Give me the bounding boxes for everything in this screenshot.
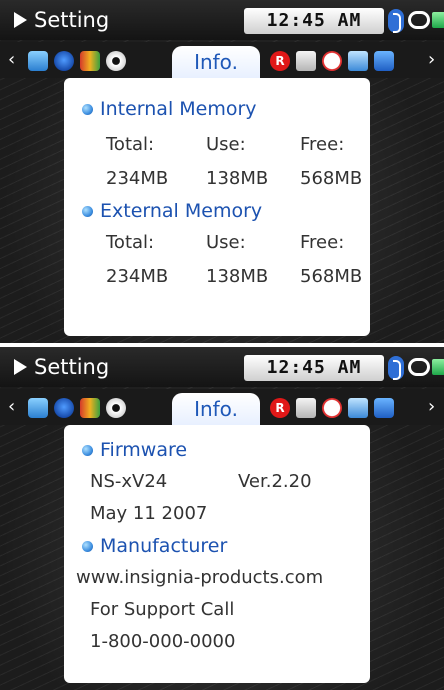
use-value: 138MB [206, 266, 269, 287]
tab-music-icon[interactable] [28, 51, 48, 71]
tab-bluetooth-icon[interactable] [54, 398, 74, 418]
screen-title: Setting [34, 8, 110, 32]
section-header-external: External Memory [64, 196, 370, 226]
bullet-icon [82, 445, 93, 456]
repeat-icon [408, 11, 430, 29]
free-label: Free: [300, 134, 345, 155]
section-header-firmware: Firmware [64, 435, 370, 465]
info-panel: Firmware NS-xV24 Ver.2.20 May 11 2007 Ma… [64, 425, 370, 683]
section-title: Manufacturer [100, 535, 228, 557]
tab-sync-icon[interactable] [374, 398, 394, 418]
model-value: NS-xV24 [90, 471, 168, 492]
tab-music-icon[interactable] [28, 398, 48, 418]
tab-clock-icon[interactable] [322, 398, 342, 418]
play-icon [14, 359, 27, 375]
bullet-icon [82, 104, 93, 115]
tab-record-icon[interactable] [270, 398, 290, 418]
tab-info[interactable]: Info. [172, 393, 260, 425]
screen-title: Setting [34, 355, 110, 379]
tab-scroll-right-button[interactable]: › [428, 397, 435, 417]
play-icon [14, 12, 27, 28]
memory-headers-row: Total: Use: Free: [64, 130, 370, 160]
use-label: Use: [206, 134, 246, 155]
status-bar: Setting 12:45 AM [0, 347, 444, 387]
bullet-icon [82, 541, 93, 552]
free-label: Free: [300, 232, 345, 253]
repeat-icon [408, 358, 430, 376]
tab-card-icon[interactable] [296, 398, 316, 418]
tab-scroll-left-button[interactable]: ‹ [8, 50, 15, 70]
tab-sync-icon[interactable] [374, 51, 394, 71]
section-header-internal: Internal Memory [64, 94, 370, 124]
manufacturer-website-row: www.insignia-products.com [64, 563, 370, 593]
tab-clock-icon[interactable] [322, 51, 342, 71]
version-value: Ver.2.20 [238, 471, 312, 492]
section-title: Internal Memory [100, 98, 257, 120]
tab-card-icon[interactable] [296, 51, 316, 71]
tab-photo-icon[interactable] [80, 51, 100, 71]
website-value: www.insignia-products.com [76, 567, 324, 588]
battery-icon [432, 359, 444, 375]
total-value: 234MB [106, 168, 169, 189]
tab-bar: ‹ Info. › [0, 389, 444, 425]
use-label: Use: [206, 232, 246, 253]
bluetooth-icon [388, 356, 404, 380]
tab-bar: ‹ Info. › [0, 42, 444, 78]
total-value: 234MB [106, 266, 169, 287]
info-panel: Internal Memory Total: Use: Free: 234MB … [64, 78, 370, 336]
settings-screen-firmware: Setting 12:45 AM ‹ Info. › Firmware NS-x… [0, 347, 444, 690]
section-header-manufacturer: Manufacturer [64, 531, 370, 561]
free-value: 568MB [300, 266, 363, 287]
bluetooth-icon [388, 9, 404, 33]
support-label: For Support Call [90, 599, 235, 620]
tab-info[interactable]: Info. [172, 46, 260, 78]
memory-values-row: 234MB 138MB 568MB [64, 164, 370, 194]
total-label: Total: [106, 134, 155, 155]
tab-scroll-left-button[interactable]: ‹ [8, 397, 15, 417]
bullet-icon [82, 206, 93, 217]
clock-display: 12:45 AM [244, 8, 384, 34]
total-label: Total: [106, 232, 155, 253]
settings-screen-memory: Setting 12:45 AM ‹ Info. › Internal Memo… [0, 0, 444, 343]
battery-icon [432, 12, 444, 28]
tab-disc-icon[interactable] [106, 398, 126, 418]
support-label-row: For Support Call [64, 595, 370, 625]
section-title: External Memory [100, 200, 263, 222]
firmware-model-row: NS-xV24 Ver.2.20 [64, 467, 370, 497]
tab-scroll-right-button[interactable]: › [428, 50, 435, 70]
section-title: Firmware [100, 439, 188, 461]
tab-disc-icon[interactable] [106, 51, 126, 71]
tab-record-icon[interactable] [270, 51, 290, 71]
memory-values-row: 234MB 138MB 568MB [64, 262, 370, 292]
tab-bluetooth-icon[interactable] [54, 51, 74, 71]
phone-value: 1-800-000-0000 [90, 631, 236, 652]
clock-display: 12:45 AM [244, 355, 384, 381]
tab-screen-icon[interactable] [348, 398, 368, 418]
use-value: 138MB [206, 168, 269, 189]
free-value: 568MB [300, 168, 363, 189]
support-phone-row: 1-800-000-0000 [64, 627, 370, 657]
status-bar: Setting 12:45 AM [0, 0, 444, 40]
firmware-date-row: May 11 2007 [64, 499, 370, 529]
date-value: May 11 2007 [90, 503, 208, 524]
tab-photo-icon[interactable] [80, 398, 100, 418]
tab-screen-icon[interactable] [348, 51, 368, 71]
memory-headers-row: Total: Use: Free: [64, 228, 370, 258]
